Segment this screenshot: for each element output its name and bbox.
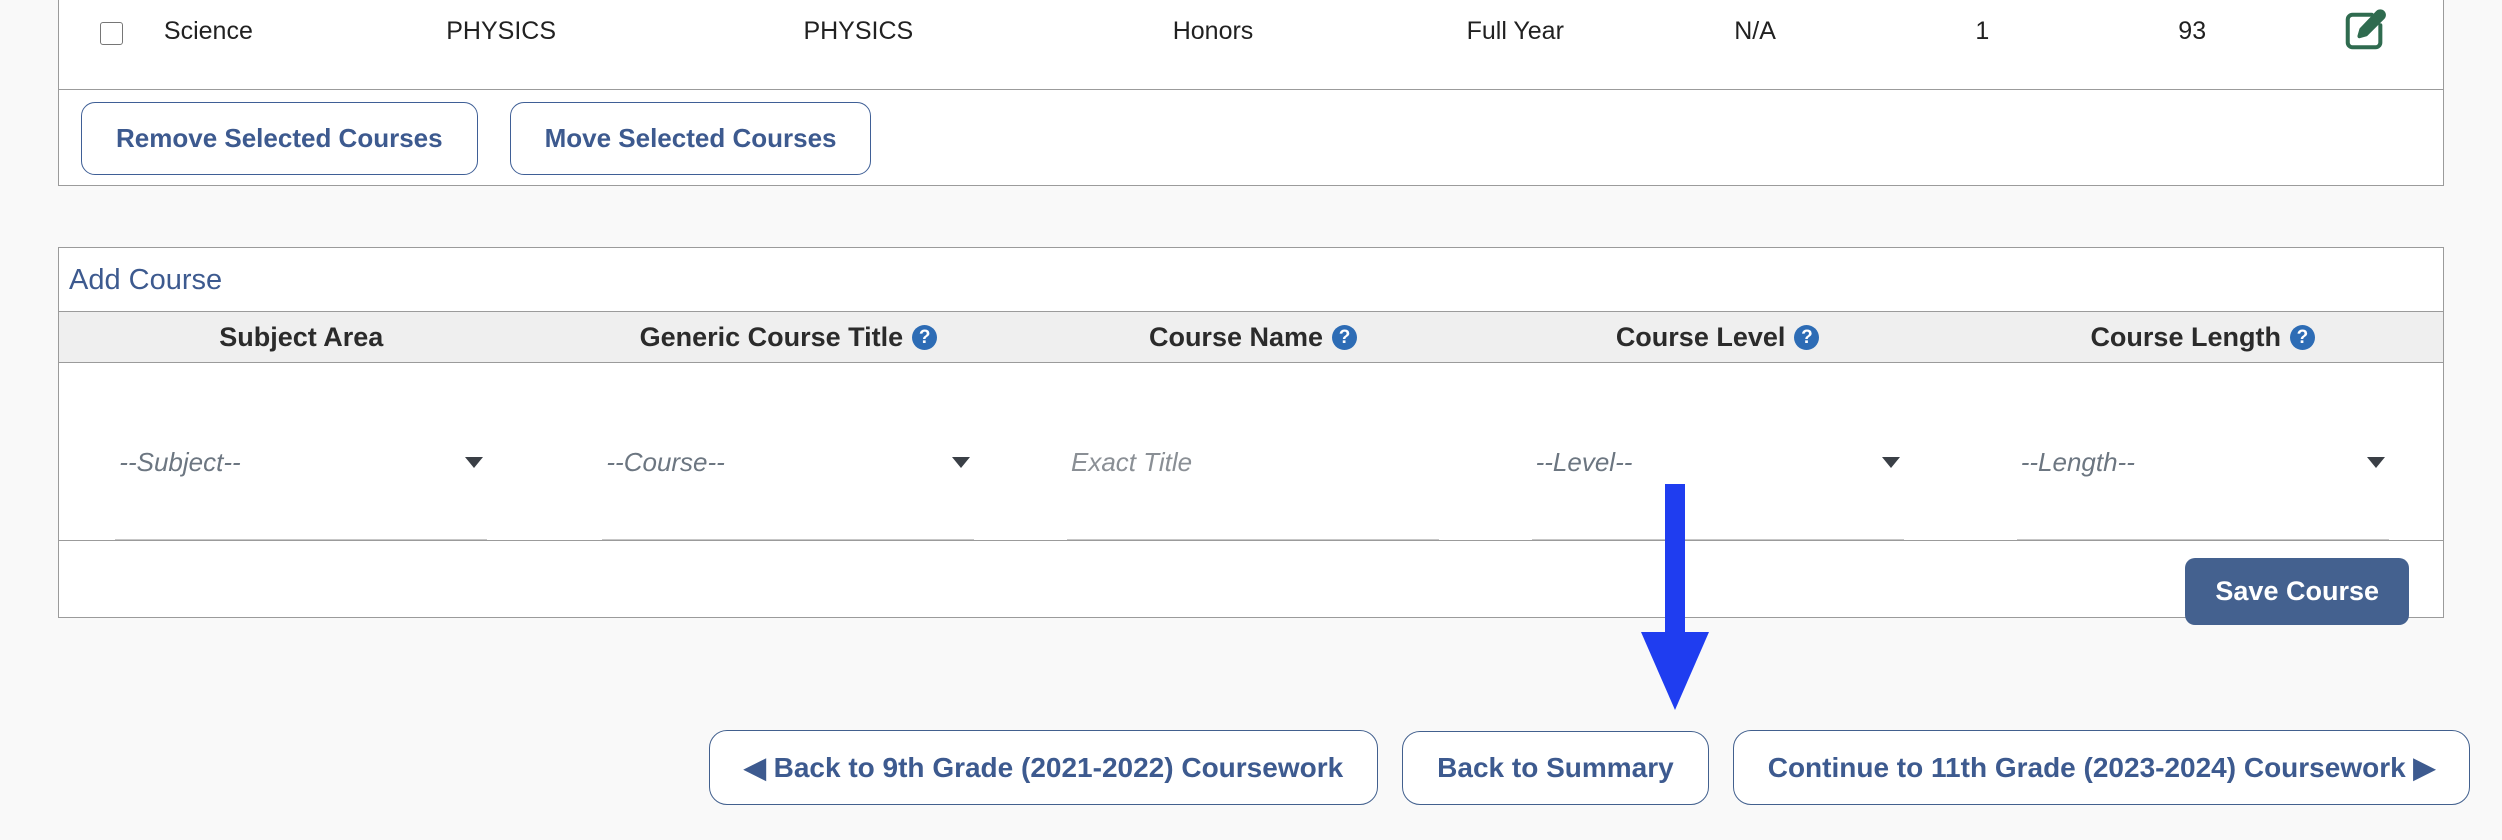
course-length-value: --Length-- [2020, 446, 2135, 477]
row-checkbox[interactable] [99, 22, 123, 45]
courses-table-panel: Science PHYSICS PHYSICS Honors Full Year… [58, 0, 2444, 186]
help-icon-course-level[interactable]: ? [1794, 324, 1820, 350]
header-course-length-label: Course Length [2090, 321, 2281, 352]
edit-pencil-icon[interactable] [2342, 8, 2388, 54]
header-course-name-label: Course Name [1148, 321, 1324, 352]
header-course-level: Course Level ? [1473, 322, 1963, 353]
header-subject-area-label: Subject Area [219, 321, 384, 352]
help-icon-generic-course-title[interactable]: ? [912, 324, 938, 350]
header-subject-area: Subject Area [59, 322, 544, 353]
course-name-input[interactable]: Exact Title [1067, 390, 1439, 540]
cell-credits: 1 [1975, 17, 1990, 45]
chevron-down-icon [2366, 456, 2385, 468]
cell-grade: 93 [2178, 17, 2207, 45]
add-course-header-row: Subject Area Generic Course Title ? Cour… [59, 311, 2443, 363]
add-course-input-row: --Subject-- --Course-- Exact Title --Lev… [59, 363, 2443, 541]
header-generic-course-title: Generic Course Title ? [544, 322, 1034, 353]
field-cell-course-length: --Length-- [1962, 363, 2443, 540]
bottom-navigation: ◀ Back to 9th Grade (2021-2022) Coursewo… [0, 730, 2502, 805]
cell-course-level: Honors [1172, 17, 1254, 45]
remove-selected-courses-button[interactable]: Remove Selected Courses [81, 101, 478, 175]
cell-term: N/A [1734, 17, 1776, 45]
header-generic-course-title-label: Generic Course Title [639, 321, 904, 352]
field-cell-subject-area: --Subject-- [59, 363, 544, 540]
save-course-row: Save Course [59, 541, 2443, 641]
field-cell-course-name: Exact Title [1033, 363, 1473, 540]
add-course-heading[interactable]: Add Course [59, 248, 232, 311]
help-icon-course-name[interactable]: ? [1332, 324, 1358, 350]
field-cell-generic-course-title: --Course-- [544, 363, 1034, 540]
table-row: Science PHYSICS PHYSICS Honors Full Year… [59, 0, 2443, 90]
bulk-actions-bar: Remove Selected Courses Move Selected Co… [59, 90, 2443, 186]
move-selected-courses-button[interactable]: Move Selected Courses [509, 101, 872, 175]
back-to-9th-grade-button[interactable]: ◀ Back to 9th Grade (2021-2022) Coursewo… [709, 730, 1379, 805]
save-course-button[interactable]: Save Course [2185, 557, 2409, 625]
subject-area-value: --Subject-- [119, 446, 241, 477]
subject-area-select[interactable]: --Subject-- [115, 390, 488, 540]
row-select-cell [59, 0, 164, 52]
cell-course-name: PHYSICS [803, 17, 914, 45]
course-length-select[interactable]: --Length-- [2016, 390, 2389, 540]
header-course-name: Course Name ? [1033, 322, 1473, 353]
generic-course-title-value: --Course-- [606, 446, 725, 477]
cell-course-length: Full Year [1466, 17, 1564, 45]
continue-to-11th-grade-button[interactable]: Continue to 11th Grade (2023-2024) Cours… [1732, 730, 2470, 805]
course-level-select[interactable]: --Level-- [1531, 390, 1904, 540]
cell-edit-action [2287, 0, 2443, 61]
field-cell-course-level: --Level-- [1473, 363, 1963, 540]
chevron-down-icon [1881, 456, 1900, 468]
help-icon-course-length[interactable]: ? [2289, 324, 2315, 350]
add-course-panel: Add Course Subject Area Generic Course T… [58, 247, 2444, 625]
header-course-length: Course Length ? [1962, 322, 2443, 353]
back-to-summary-button[interactable]: Back to Summary [1402, 730, 1709, 805]
cell-subject-area: Science [163, 17, 253, 45]
chevron-down-icon [952, 456, 971, 468]
cell-generic-course-title: PHYSICS [446, 17, 556, 45]
course-level-value: --Level-- [1535, 446, 1633, 477]
generic-course-title-select[interactable]: --Course-- [602, 390, 975, 540]
course-name-placeholder: Exact Title [1071, 446, 1193, 477]
chevron-down-icon [465, 456, 484, 468]
header-course-level-label: Course Level [1615, 321, 1786, 352]
